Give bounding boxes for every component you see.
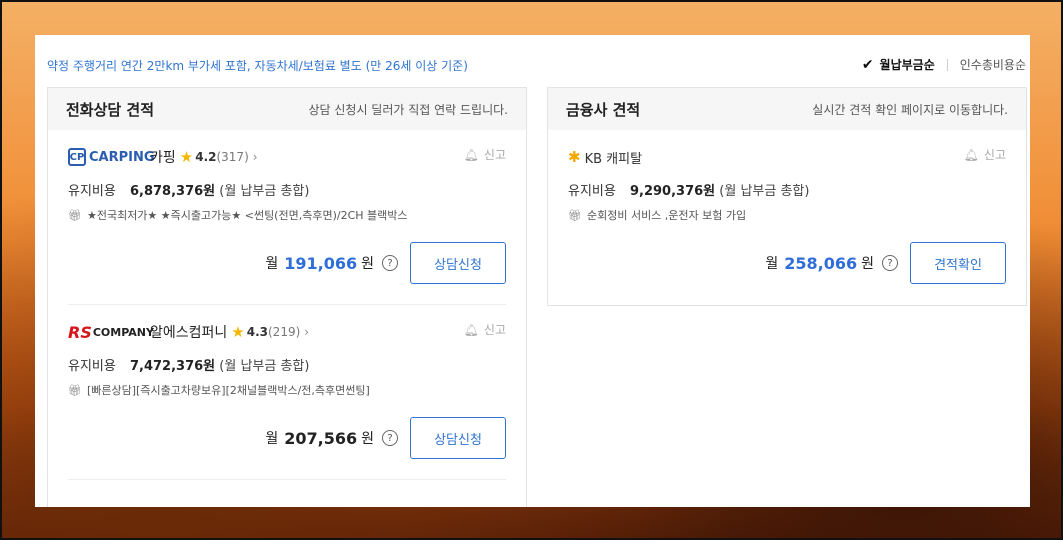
- quote-panel: 약정 주행거리 연간 2만km 부가세 포함, 자동차세/보험료 별도 (만 2…: [35, 35, 1030, 507]
- report-button[interactable]: 🔔︎ 신고: [964, 146, 1006, 163]
- kb-capital-logo: ✱ KB 캐피탈: [568, 148, 643, 167]
- sort-total-cost[interactable]: 인수총비용순: [960, 56, 1026, 73]
- star-icon: ★: [231, 323, 245, 341]
- cart-icon: CP: [68, 148, 86, 166]
- help-icon[interactable]: ?: [382, 255, 398, 271]
- dealer-item: RS COMPANY 알에스컴퍼니 ★ 4.3 (219) › 🔔︎ 신고 유지…: [68, 305, 506, 480]
- sort-options: ✔ 월납부금순 인수총비용순: [862, 56, 1026, 73]
- sort-monthly-payment[interactable]: ✔ 월납부금순: [862, 56, 935, 73]
- dealer-rating[interactable]: ★ 4.3 (219) ›: [231, 323, 309, 341]
- finance-item: ✱ KB 캐피탈 🔔︎ 신고 유지비용 9,290,376원 (월 납부금 총합…: [568, 130, 1006, 304]
- kb-star-icon: ✱: [568, 148, 581, 166]
- finance-quote-subtitle: 실시간 견적 확인 페이지로 이동합니다.: [812, 102, 1008, 117]
- maintenance-cost: 유지비용 7,472,376원 (월 납부금 총합): [68, 359, 310, 374]
- monthly-price-row: 월 191,066 원 ? 상담신청: [265, 242, 506, 284]
- monthly-price: 191,066: [284, 253, 358, 273]
- dealer-name: 알에스컴퍼니: [150, 325, 228, 341]
- consult-request-button[interactable]: 상담신청: [410, 417, 506, 459]
- help-icon[interactable]: ?: [382, 430, 398, 446]
- sort-divider: [946, 58, 948, 71]
- report-button[interactable]: 🔔︎ 신고: [464, 146, 506, 163]
- bell-icon: 🔔︎: [463, 322, 479, 337]
- maintenance-cost: 유지비용 6,878,376원 (월 납부금 총합): [68, 184, 310, 199]
- gift-icon: 🎁︎: [68, 383, 82, 397]
- monthly-price: 207,566: [284, 428, 358, 448]
- finance-perks: 🎁︎ 순회정비 서비스 ,운전자 보험 가입: [568, 208, 747, 223]
- carping-logo: CP CARPING: [68, 148, 155, 166]
- dealer-perks: 🎁︎ ★전국최저가★ ★즉시출고가능★ <썬팅(전면,측후면)/2CH 블랙박스: [68, 208, 408, 223]
- chevron-right-icon: ›: [252, 150, 258, 164]
- gift-icon: 🎁︎: [68, 208, 82, 222]
- gift-icon: 🎁︎: [568, 208, 582, 222]
- chevron-right-icon: ›: [304, 325, 310, 339]
- dealer-rating[interactable]: ★ 4.2 (317) ›: [180, 148, 258, 166]
- help-icon[interactable]: ?: [882, 255, 898, 271]
- phone-quote-title: 전화상담 견적: [66, 100, 155, 119]
- monthly-price-row: 월 258,066 원 ? 견적확인: [765, 242, 1006, 284]
- report-button[interactable]: 🔔︎ 신고: [464, 321, 506, 338]
- rs-company-logo: RS COMPANY: [68, 322, 154, 342]
- phone-quote-card: 전화상담 견적 상담 신청시 딜러가 직접 연락 드립니다. CP CARPIN…: [47, 87, 527, 507]
- sort-monthly-label: 월납부금순: [879, 58, 935, 72]
- phone-quote-subtitle: 상담 신청시 딜러가 직접 연락 드립니다.: [308, 102, 508, 117]
- dealer-name: 카핑: [150, 150, 176, 166]
- maintenance-cost: 유지비용 9,290,376원 (월 납부금 총합): [568, 184, 810, 199]
- star-icon: ★: [179, 148, 194, 166]
- monthly-price: 258,066: [784, 253, 858, 273]
- dealer-item: CP CARPING 카핑 ★ 4.2 (317) › 🔔︎ 신고 유지비용 6…: [68, 130, 506, 305]
- finance-quote-card: 금융사 견적 실시간 견적 확인 페이지로 이동합니다. ✱ KB 캐피탈 🔔︎…: [547, 87, 1027, 306]
- monthly-price-row: 월 207,566 원 ? 상담신청: [265, 417, 506, 459]
- bell-icon: 🔔︎: [963, 147, 979, 162]
- consult-request-button[interactable]: 상담신청: [410, 242, 506, 284]
- finance-quote-header: 금융사 견적 실시간 견적 확인 페이지로 이동합니다.: [548, 88, 1026, 130]
- check-icon: ✔: [861, 56, 874, 73]
- mileage-note: 약정 주행거리 연간 2만km 부가세 포함, 자동차세/보험료 별도 (만 2…: [47, 59, 468, 73]
- quote-check-button[interactable]: 견적확인: [910, 242, 1006, 284]
- bell-icon: 🔔︎: [463, 147, 479, 162]
- dealer-perks: 🎁︎ [빠른상담][즉시출고차량보유][2채널블랙박스/전,측후면썬팅]: [68, 383, 370, 398]
- finance-quote-title: 금융사 견적: [566, 100, 641, 119]
- phone-quote-header: 전화상담 견적 상담 신청시 딜러가 직접 연락 드립니다.: [48, 88, 526, 130]
